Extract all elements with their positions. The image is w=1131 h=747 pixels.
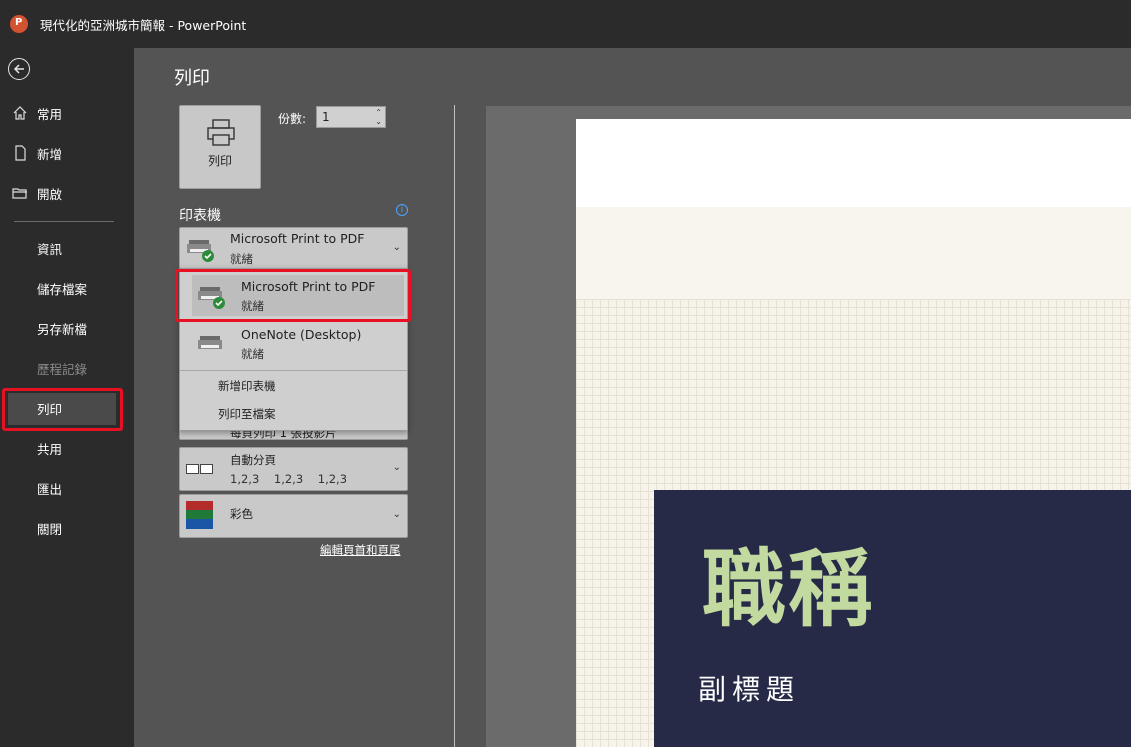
- copies-stepper[interactable]: 1 ⌃ ⌄: [316, 106, 386, 128]
- window-title: 現代化的亞洲城市簡報 - PowerPoint: [40, 17, 247, 33]
- nav-divider: [14, 221, 114, 222]
- nav-item-info[interactable]: 資訊: [0, 233, 134, 263]
- color-dropdown[interactable]: 彩色 ⌄: [179, 494, 408, 538]
- current-printer-status: 就緒: [230, 252, 253, 266]
- nav-item-label: 列印: [37, 401, 63, 417]
- collate-page-icon: [186, 464, 199, 474]
- menu-divider: [180, 370, 407, 371]
- nav-item-label: 共用: [37, 441, 63, 457]
- nav-item-label: 匯出: [37, 481, 63, 497]
- collate-dropdown[interactable]: 自動分頁 1,2,3 1,2,3 1,2,3 ⌄: [179, 447, 408, 491]
- powerpoint-logo-icon: [10, 15, 28, 33]
- back-arrow-icon[interactable]: [8, 58, 30, 80]
- collate-page-icon: [200, 464, 213, 474]
- nav-item-open[interactable]: 開啟: [0, 178, 134, 208]
- nav-item-share[interactable]: 共用: [0, 433, 134, 463]
- nav-item-label: 關閉: [37, 521, 63, 537]
- menu-selected-highlight: [175, 269, 411, 322]
- color-label: 彩色: [230, 507, 253, 521]
- print-panel: 列印 列印 份數: 1 ⌃ ⌄ 印表機 i Microsoft Print to…: [134, 48, 1131, 747]
- info-icon[interactable]: i: [396, 204, 408, 216]
- printer-dropdown[interactable]: Microsoft Print to PDF 就緒 ⌄: [179, 227, 408, 269]
- slide-title-box: 職稱 副標題: [654, 490, 1131, 747]
- spin-up-icon[interactable]: ⌃: [375, 109, 382, 117]
- edit-header-footer-link[interactable]: 編輯頁首和頁尾: [320, 542, 401, 558]
- current-printer-name: Microsoft Print to PDF: [230, 231, 365, 246]
- nav-item-label: 另存新檔: [37, 321, 88, 337]
- nav-item-print[interactable]: 列印: [0, 393, 134, 423]
- spin-down-icon[interactable]: ⌄: [375, 118, 382, 126]
- printer-section-label: 印表機: [179, 208, 221, 224]
- nav-item-label: 開啟: [37, 186, 63, 202]
- panel-divider: [454, 105, 455, 747]
- new-file-icon: [12, 145, 28, 161]
- nav-item-save-as[interactable]: 另存新檔: [0, 313, 134, 343]
- slide-band: [576, 207, 1131, 299]
- nav-item-new[interactable]: 新增: [0, 138, 134, 168]
- collate-detail: 1,2,3 1,2,3 1,2,3: [230, 472, 348, 486]
- nav-item-label: 資訊: [37, 241, 63, 257]
- nav-item-label: 新增: [37, 146, 63, 162]
- printer-option-onenote[interactable]: OneNote (Desktop) 就緒: [180, 319, 407, 369]
- collate-label: 自動分頁: [230, 453, 276, 467]
- color-swatch-icon: [186, 501, 213, 510]
- chevron-down-icon: ⌄: [392, 462, 401, 473]
- print-button[interactable]: 列印: [179, 105, 261, 189]
- slide-subtitle: 副標題: [698, 673, 801, 706]
- slide-preview: 職稱 副標題: [576, 119, 1131, 747]
- printer-option-name: OneNote (Desktop): [241, 327, 362, 342]
- printer-device-icon: [187, 240, 214, 262]
- color-swatch-icon: [186, 519, 213, 529]
- printer-option-status: 就緒: [241, 347, 264, 361]
- chevron-down-icon: ⌄: [392, 242, 401, 253]
- nav-item-export[interactable]: 匯出: [0, 473, 134, 503]
- nav-item-home[interactable]: 常用: [0, 98, 134, 128]
- copies-value: 1: [322, 110, 330, 124]
- folder-icon: [12, 185, 28, 201]
- backstage-nav: 常用 新增 開啟 資訊 儲存檔案 另存新檔 歷程記錄 列印 共用 匯出 關閉: [0, 48, 134, 747]
- nav-item-label: 常用: [37, 106, 63, 122]
- nav-item-label: 儲存檔案: [37, 281, 88, 297]
- print-button-label: 列印: [207, 154, 232, 168]
- nav-item-close[interactable]: 關閉: [0, 513, 134, 543]
- page-title: 列印: [174, 68, 210, 89]
- color-swatch-icon: [186, 510, 213, 519]
- printer-device-icon: [198, 336, 222, 349]
- slide-title: 職稱: [702, 540, 875, 638]
- title-bar: 現代化的亞洲城市簡報 - PowerPoint: [0, 0, 1131, 48]
- home-icon: [12, 105, 28, 121]
- print-to-file-item[interactable]: 列印至檔案: [218, 406, 276, 422]
- printer-icon: [207, 119, 235, 146]
- nav-item-save[interactable]: 儲存檔案: [0, 273, 134, 303]
- nav-item-label: 歷程記錄: [37, 361, 88, 377]
- copies-label: 份數:: [278, 112, 307, 126]
- chevron-down-icon: ⌄: [392, 509, 401, 520]
- nav-item-history: 歷程記錄: [0, 353, 134, 383]
- add-printer-item[interactable]: 新增印表機: [218, 378, 276, 394]
